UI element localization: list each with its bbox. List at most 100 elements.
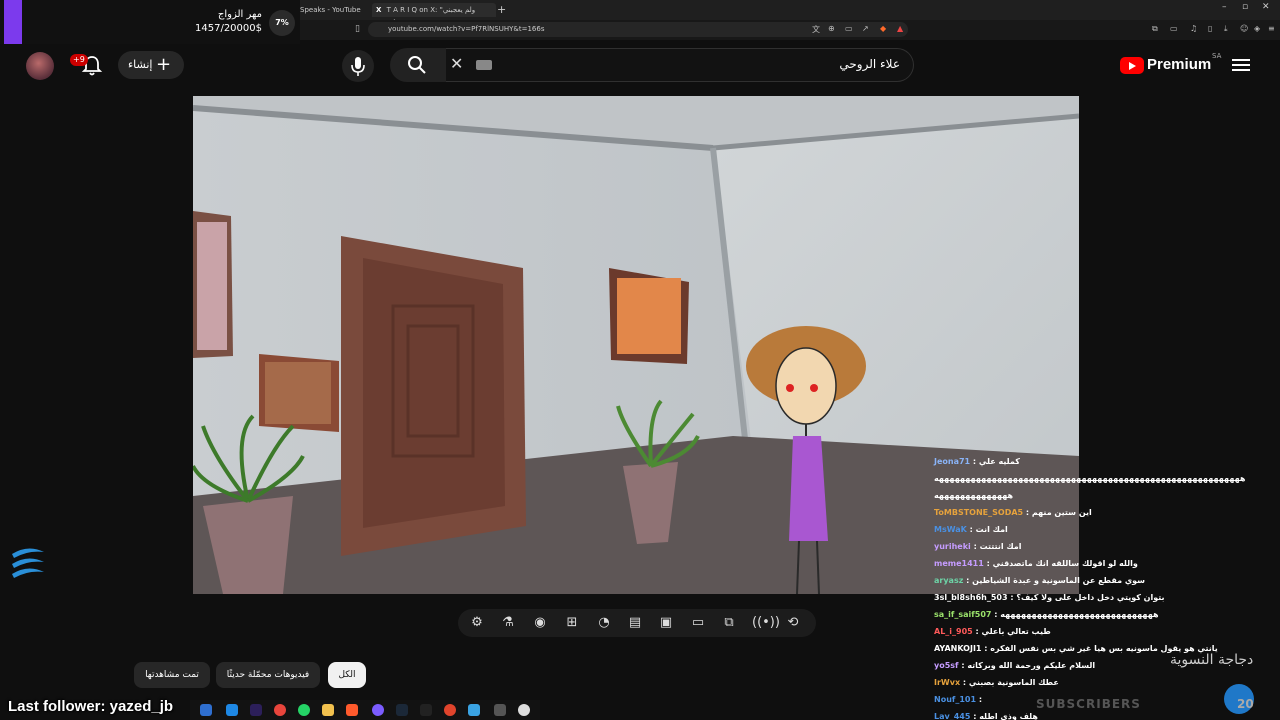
- chat-username[interactable]: aryasz: [934, 576, 963, 585]
- goal-title: مهر الزواج: [217, 9, 262, 20]
- taskbar-app-icon[interactable]: [494, 704, 506, 716]
- chat-text: طيب تعالي باعلي: [981, 627, 1051, 636]
- loop-icon[interactable]: ⟲: [784, 614, 802, 632]
- x-icon: X: [376, 6, 382, 14]
- chip-watched[interactable]: تمت مشاهدتها: [134, 662, 210, 688]
- add-clip-icon[interactable]: ⊞: [563, 614, 581, 632]
- live-icon[interactable]: ((•)): [752, 614, 780, 632]
- taskbar-steam-icon[interactable]: [396, 704, 408, 716]
- chat-message: aryasz : سوي مقطع عن الماسونية و عبدة ال…: [934, 576, 1146, 585]
- youtube-premium-logo[interactable]: Premium: [1120, 55, 1212, 77]
- downloads-icon[interactable]: ⤓: [1224, 24, 1228, 34]
- chat-text: السلام عليكم ورحمة الله وبركاته: [967, 661, 1096, 670]
- picture-in-picture-icon[interactable]: ▣: [657, 614, 675, 632]
- translate-icon[interactable]: 文: [812, 24, 820, 35]
- chip-all[interactable]: الكل: [328, 662, 366, 688]
- rewards-icon[interactable]: ▲: [897, 24, 903, 33]
- taskbar-app-icon[interactable]: [468, 704, 480, 716]
- clear-search-icon[interactable]: ✕: [450, 54, 463, 73]
- chat-text: ههههههههههههههه: [934, 491, 1014, 500]
- chat-username[interactable]: yo5sf: [934, 661, 959, 670]
- settings-icon[interactable]: ⚙: [468, 614, 486, 632]
- camera-icon[interactable]: ◉: [531, 614, 549, 632]
- chat-username[interactable]: Jeona71: [934, 457, 970, 466]
- chat-username[interactable]: Nouf_101: [934, 695, 976, 704]
- bookmark-icon[interactable]: ▯: [355, 24, 360, 34]
- chat-text: اين ستين منهم: [1031, 508, 1092, 517]
- search-query[interactable]: علاء الروحي: [700, 57, 900, 71]
- maximize-icon[interactable]: ▫: [1242, 2, 1248, 12]
- minimize-icon[interactable]: –: [1222, 2, 1227, 12]
- chat-text: بتوان كويتي دخل داخل على ولا كيف؟: [1016, 593, 1165, 602]
- new-tab-button[interactable]: +: [497, 3, 506, 16]
- lab-icon[interactable]: ⚗: [499, 614, 517, 632]
- chat-username[interactable]: sa_if_saif507: [934, 610, 991, 619]
- hamburger-menu-icon[interactable]: [1232, 58, 1250, 72]
- subtitles-icon[interactable]: ▤: [626, 614, 644, 632]
- chip-recently-uploaded[interactable]: فيديوهات محمّلة حديثًا: [216, 662, 320, 688]
- search-button[interactable]: [390, 48, 446, 82]
- goal-percent: 7%: [275, 18, 289, 27]
- create-button[interactable]: إنشاء +: [118, 51, 184, 79]
- chat-username[interactable]: ToMBSTONE_SODA5: [934, 508, 1023, 517]
- last-follower-label: Last follower: yazed_jb: [8, 698, 174, 715]
- sidebar-icon[interactable]: ▯: [1208, 24, 1212, 33]
- goal-accent-bar: [4, 0, 22, 44]
- goal-amount: 1457/20000$: [195, 23, 262, 34]
- chat-message: ToMBSTONE_SODA5 : اين ستين منهم: [934, 508, 1092, 517]
- chat-username[interactable]: yuriheki: [934, 542, 971, 551]
- chat-text: امك انت: [975, 525, 1008, 534]
- cast-browser-icon[interactable]: ▭: [1170, 24, 1178, 33]
- theater-icon[interactable]: ▭: [689, 614, 707, 632]
- avatar[interactable]: [26, 52, 54, 80]
- taskbar-app-icon[interactable]: [372, 704, 384, 716]
- address-bar[interactable]: youtube.com/watch?v=Pf7RlNSUHY&t=166s: [368, 22, 908, 37]
- subscribers-label: SUBSCRIBERS: [1036, 697, 1141, 711]
- taskbar-obs-icon[interactable]: [518, 704, 530, 716]
- region-code: SA: [1212, 52, 1222, 60]
- cast-icon[interactable]: ⧉: [720, 614, 738, 632]
- taskbar-whatsapp-icon[interactable]: [298, 704, 310, 716]
- install-icon[interactable]: ▭: [845, 24, 853, 33]
- chat-text: هههههههههههههههههههههههههههههه: [1000, 610, 1159, 619]
- chat-username[interactable]: AYANKOJI1: [934, 644, 982, 653]
- taskbar: [190, 700, 540, 720]
- chat-username[interactable]: Lav_445: [934, 712, 970, 720]
- taskbar-app-icon[interactable]: [444, 704, 456, 716]
- plus-icon: +: [156, 54, 172, 75]
- taskbar-premiere-icon[interactable]: [250, 704, 262, 716]
- brave-shield-icon[interactable]: ◆: [880, 24, 886, 33]
- taskbar-folder-icon[interactable]: [322, 704, 334, 716]
- chat-username[interactable]: IrWvx: [934, 678, 960, 687]
- share-icon[interactable]: ↗: [862, 24, 869, 33]
- mic-button[interactable]: [342, 50, 374, 82]
- browser-menu-icon[interactable]: ≡: [1268, 24, 1275, 33]
- tab-youtube[interactable]: Speaks - YouTube: [300, 3, 370, 17]
- speed-icon[interactable]: ◔: [595, 614, 613, 632]
- wallet-icon[interactable]: ◈: [1254, 24, 1260, 33]
- chat-username[interactable]: MsWaK: [934, 525, 967, 534]
- chat-username[interactable]: meme1411: [934, 559, 984, 568]
- taskbar-app-icon[interactable]: [200, 704, 212, 716]
- keyboard-icon[interactable]: [476, 60, 492, 70]
- taskbar-app-icon[interactable]: [226, 704, 238, 716]
- chat-username[interactable]: 3sl_bl8sh6h_503: [934, 593, 1008, 602]
- close-window-icon[interactable]: ✕: [1262, 2, 1270, 12]
- chat-message: yuriheki : امك انتتتت: [934, 542, 1022, 551]
- zoom-icon[interactable]: ⊕: [828, 24, 835, 33]
- extensions-icon[interactable]: ⧉: [1152, 24, 1158, 34]
- chat-message: Jeona71 : كمليه علي: [934, 457, 1020, 466]
- notification-badge: +9: [70, 54, 88, 66]
- chat-text: والله لو اقولك ساللقه انك ماتصدقني: [992, 559, 1138, 568]
- chat-username[interactable]: AL_i_905: [934, 627, 973, 636]
- taskbar-app-icon[interactable]: [420, 704, 432, 716]
- chat-message: AL_i_905 : طيب تعالي باعلي: [934, 627, 1051, 636]
- streamer-name: دجاجة النسوية: [1170, 652, 1254, 668]
- taskbar-chrome-icon[interactable]: [274, 704, 286, 716]
- chat-text: هههههههههههههههههههههههههههههههههههههههه…: [934, 474, 1246, 483]
- profile-icon[interactable]: ☺: [1240, 24, 1248, 33]
- media-icon[interactable]: ♫: [1190, 24, 1197, 33]
- tab-x-post[interactable]: X T A R I Q on X: "ولم يعجبني أسلوبه: [372, 3, 496, 28]
- logo-text: Premium: [1147, 56, 1212, 73]
- taskbar-brave-icon[interactable]: [346, 704, 358, 716]
